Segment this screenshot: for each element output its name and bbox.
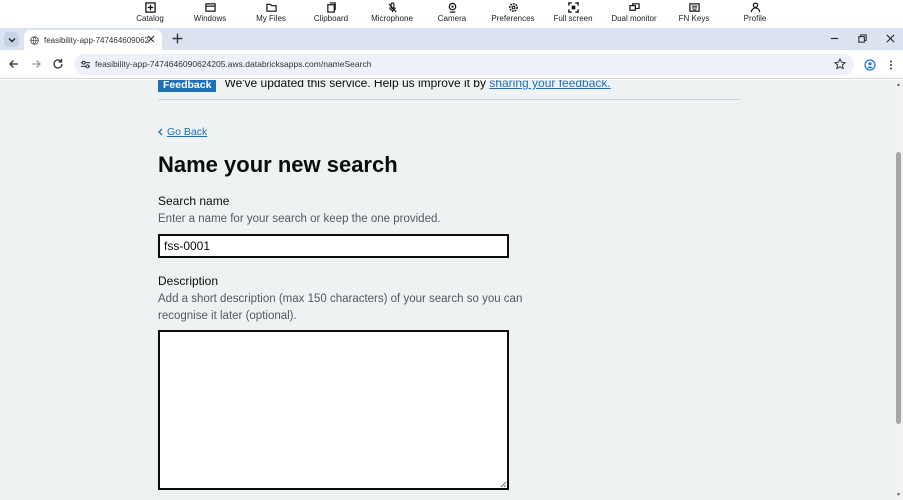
bookmark-star-icon[interactable] (834, 58, 846, 70)
fullscreen-icon (567, 2, 579, 13)
scroll-down-icon[interactable] (896, 492, 901, 497)
toolbar-camera-button[interactable]: Camera (417, 2, 487, 23)
back-link[interactable]: Go Back (157, 126, 207, 138)
toolbar-my-files-label: My Files (256, 14, 286, 23)
minimize-icon[interactable] (829, 33, 840, 44)
feedback-message: We've updated this service. Help us impr… (224, 80, 486, 90)
tab-close-icon[interactable] (146, 34, 156, 44)
browser-tab-active[interactable]: feasibility-app-7474646090624205.aws.dat… (24, 30, 162, 50)
toolbar-clipboard-label: Clipboard (313, 14, 349, 23)
tab-search-button[interactable] (4, 32, 19, 47)
close-window-icon[interactable] (885, 33, 896, 44)
new-tab-icon[interactable] (171, 32, 184, 45)
toolbar-windows-button[interactable]: Windows (175, 2, 245, 23)
toolbar-windows-label: Windows (193, 14, 227, 23)
feedback-banner: Feedback We've updated this service. Hel… (158, 80, 740, 100)
microphone-icon (387, 2, 397, 13)
toolbar-camera-label: Camera (437, 14, 467, 23)
toolbar-full-screen-label: Full screen (553, 14, 593, 23)
gear-icon (508, 3, 518, 12)
toolbar-microphone-label: Microphone (371, 14, 413, 23)
clipboard-icon (326, 2, 336, 13)
windows-icon (204, 3, 216, 12)
resize-grip-icon[interactable] (500, 481, 507, 488)
catalog-icon (144, 2, 156, 13)
page-scrollbar[interactable] (894, 80, 903, 500)
back-arrow-icon[interactable] (8, 58, 20, 70)
scroll-up-icon[interactable] (896, 82, 901, 87)
reload-icon[interactable] (52, 58, 64, 70)
description-textarea[interactable] (158, 330, 509, 490)
toolbar-fn-keys-label: FN Keys (678, 14, 710, 23)
feedback-link[interactable]: sharing your feedback. (489, 80, 610, 90)
toolbar-profile-button[interactable]: Profile (720, 2, 790, 23)
search-name-input[interactable] (158, 234, 509, 258)
page-title: Name your new search (158, 152, 398, 177)
chevron-left-icon (158, 128, 163, 136)
browser-tab-strip: feasibility-app-7474646090624205.aws.dat… (0, 28, 903, 50)
browser-menu-icon[interactable] (885, 59, 897, 71)
chevron-down-icon (8, 37, 15, 42)
scroll-thumb[interactable] (896, 152, 901, 424)
search-name-hint: Enter a name for your search or keep the… (158, 213, 441, 225)
feedback-text: We've updated this service. Help us impr… (224, 80, 610, 90)
toolbar-fn-keys-button[interactable]: FN Keys (659, 2, 729, 23)
page-content: Feedback We've updated this service. Hel… (0, 80, 894, 500)
remote-desktop-toolbar: Catalog Windows My Files Clipboard Micro… (0, 0, 903, 28)
toolbar-dual-monitor-label: Dual monitor (611, 14, 657, 23)
site-favicon-icon (30, 35, 39, 45)
toolbar-full-screen-button[interactable]: Full screen (538, 2, 608, 23)
search-name-label: Search name (158, 194, 230, 208)
url-text: feasibility-app-7474646090624205.aws.dat… (95, 59, 372, 69)
restore-icon[interactable] (857, 33, 868, 44)
feedback-tag: Feedback (158, 80, 217, 92)
profile-icon (750, 2, 760, 13)
forward-arrow-icon[interactable] (30, 58, 42, 70)
toolbar-catalog-label: Catalog (136, 14, 164, 23)
folder-icon (265, 3, 277, 12)
browser-toolbar: feasibility-app-7474646090624205.aws.dat… (0, 50, 903, 79)
browser-profile-icon[interactable] (864, 59, 876, 71)
toolbar-preferences-label: Preferences (491, 14, 535, 23)
tab-title: feasibility-app-7474646090624205.aws.dat… (44, 35, 148, 45)
back-link-text[interactable]: Go Back (167, 126, 207, 138)
toolbar-profile-label: Profile (743, 14, 767, 23)
description-hint: Add a short description (max 150 charact… (158, 293, 523, 322)
address-bar[interactable]: feasibility-app-7474646090624205.aws.dat… (74, 54, 854, 75)
dual-monitor-icon (628, 3, 640, 11)
keyboard-icon (688, 3, 700, 12)
description-label: Description (158, 274, 219, 288)
site-info-icon[interactable] (80, 59, 91, 70)
camera-icon (448, 2, 456, 13)
toolbar-clipboard-button[interactable]: Clipboard (296, 2, 366, 23)
